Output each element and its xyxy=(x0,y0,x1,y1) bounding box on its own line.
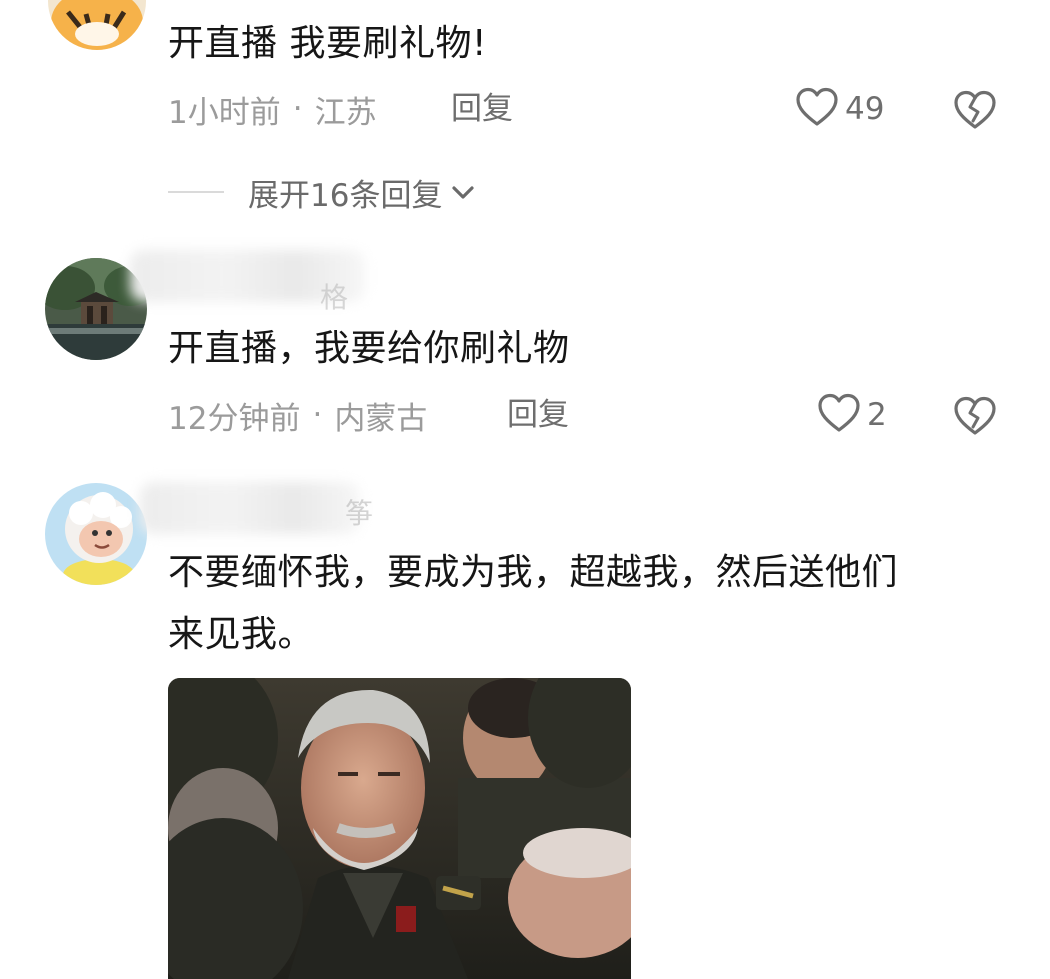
comment-meta: 12分钟前 · 内蒙古 xyxy=(168,393,427,437)
chevron-down-icon xyxy=(448,177,478,207)
reply-button[interactable]: 回复 xyxy=(451,87,513,131)
comment-text-line: 不要缅怀我，要成为我，超越我，然后送他们 xyxy=(168,552,899,593)
comment-text: 开直播，我要给你刷礼物 xyxy=(168,328,570,369)
like-button[interactable]: 2 xyxy=(817,393,887,437)
broken-heart-icon[interactable] xyxy=(953,90,997,134)
heart-icon xyxy=(817,393,861,437)
like-count: 49 xyxy=(845,91,885,127)
comment-image[interactable] xyxy=(168,678,631,979)
broken-heart-icon[interactable] xyxy=(953,396,997,440)
comment-text: 开直播 我要刷礼物! xyxy=(168,23,487,64)
reply-button[interactable]: 回复 xyxy=(507,393,569,437)
comment-text-line: 来见我。 xyxy=(168,614,315,655)
avatar[interactable] xyxy=(48,0,146,50)
meta-separator: · xyxy=(312,397,323,433)
expand-replies-button[interactable]: 展开16条回复 xyxy=(168,170,478,214)
comment-location: 内蒙古 xyxy=(334,400,428,437)
username-tail: 筝 xyxy=(345,497,374,530)
username-tail: 格 xyxy=(320,281,349,314)
like-count: 2 xyxy=(867,397,887,433)
divider-line xyxy=(168,191,224,193)
expand-replies-label: 展开16条回复 xyxy=(248,177,443,214)
meta-separator: · xyxy=(292,91,303,127)
like-button[interactable]: 49 xyxy=(795,87,884,131)
avatar[interactable] xyxy=(45,483,147,585)
heart-icon xyxy=(795,87,839,131)
photo-illustration xyxy=(168,678,631,979)
comment-meta: 1小时前 · 江苏 xyxy=(168,87,377,131)
comment-location: 江苏 xyxy=(314,94,377,131)
username-redacted xyxy=(140,482,360,534)
comment-time: 12分钟前 xyxy=(168,400,301,437)
comment-time: 1小时前 xyxy=(168,94,281,131)
